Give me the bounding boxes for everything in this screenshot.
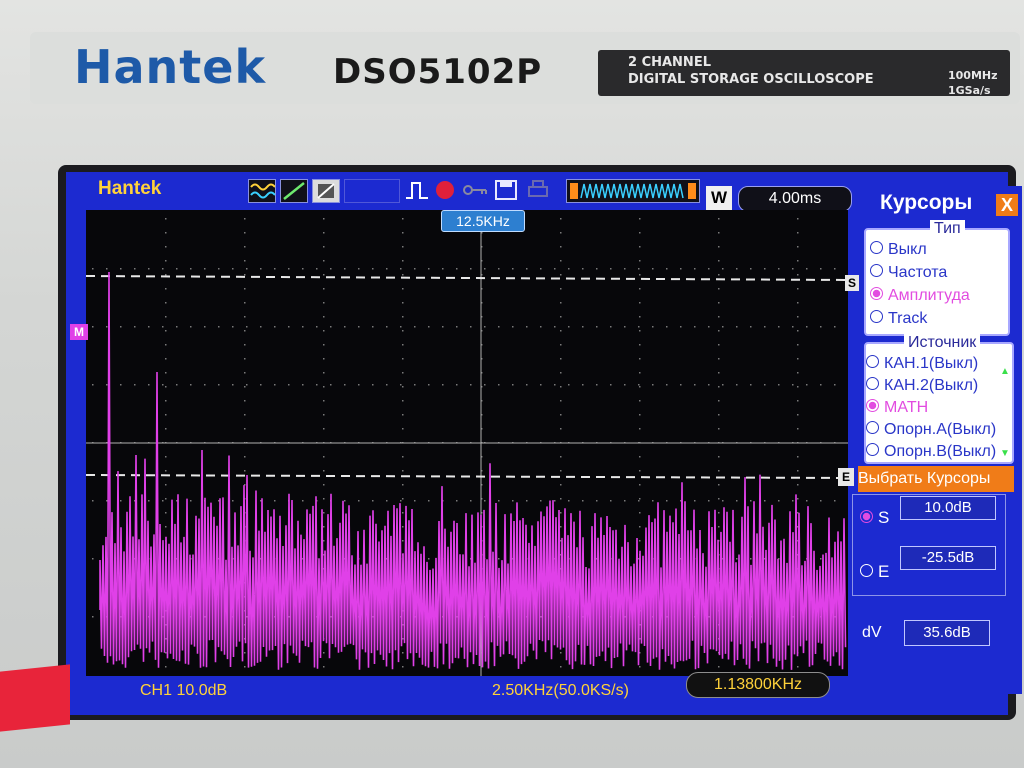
cursor-source-option[interactable]: MATH [866, 399, 928, 417]
radio-icon [870, 264, 883, 277]
blank-indicator [344, 179, 400, 203]
cursor-type-option[interactable]: Амплитуда [870, 287, 970, 305]
radio-icon [870, 310, 883, 323]
cursor-s-line[interactable] [86, 275, 848, 281]
cursor-source-option[interactable]: КАН.2(Выкл) [866, 377, 978, 395]
cursor-e-option[interactable]: E [860, 562, 889, 582]
cursor-source-option-label: MATH [884, 399, 929, 416]
radio-e [860, 564, 873, 577]
pulse-icon[interactable] [404, 179, 430, 201]
cursor-type-option[interactable]: Выкл [870, 241, 927, 259]
radio-icon [866, 377, 879, 390]
cursor-type-option-label: Выкл [888, 241, 927, 258]
cursor-type-option[interactable]: Track [870, 310, 927, 328]
radio-icon [870, 241, 883, 254]
red-tape [0, 664, 70, 732]
scroll-up-arrow-icon[interactable]: ▲ [1000, 366, 1010, 377]
scroll-down-arrow-icon[interactable]: ▼ [1000, 448, 1010, 459]
brand-logo: Hantek [74, 40, 267, 94]
trigger-frequency-tab[interactable]: 12.5KHz [441, 210, 525, 232]
frequency-counter: 1.13800KHz [686, 672, 830, 698]
printer-icon[interactable] [526, 179, 550, 201]
cursor-s-marker[interactable]: S [845, 275, 859, 291]
plate-line-2: DIGITAL STORAGE OSCILLOSCOPE [628, 72, 874, 87]
cursor-e-label: E [878, 562, 890, 581]
cursor-type-option[interactable]: Частота [870, 264, 947, 282]
cursor-type-header: Тип [930, 220, 965, 238]
cursor-type-option-label: Амплитуда [888, 287, 970, 304]
window-mode-button[interactable]: W [706, 186, 732, 210]
cursor-source-option[interactable]: КАН.1(Выкл) [866, 355, 978, 373]
cursor-source-option[interactable]: Опорн.А(Выкл) [866, 421, 996, 439]
cursor-source-option-label: КАН.1(Выкл) [884, 355, 979, 372]
timebase-readout[interactable]: 4.00ms [738, 186, 852, 212]
radio-icon [866, 399, 879, 412]
cursor-e-value: -25.5dB [900, 546, 996, 570]
cursor-e-marker[interactable]: E [838, 468, 854, 486]
radio-icon [866, 443, 879, 456]
record-icon[interactable] [432, 179, 458, 201]
fft-trace [99, 271, 847, 670]
radio-s-selected [860, 510, 873, 523]
cursor-source-option-label: Опорн.В(Выкл) [884, 443, 997, 460]
display-mode-icon[interactable] [312, 179, 340, 203]
save-icon[interactable] [494, 179, 518, 201]
bandwidth-spec: 100MHz [948, 69, 998, 82]
memory-depth-indicator[interactable] [566, 179, 700, 203]
cursor-s-label: S [878, 508, 890, 527]
screen-logo: Hantek [98, 178, 162, 199]
waveform-icon[interactable] [248, 179, 276, 203]
cursor-menu-title: Курсоры [862, 188, 1012, 218]
fft-plot-area [86, 210, 848, 676]
cursor-type-option-label: Частота [888, 264, 948, 281]
cursor-source-header: Источник [904, 334, 981, 352]
cursor-type-option-label: Track [888, 310, 928, 327]
channel1-scale[interactable]: CH1 10.0dB [140, 682, 227, 700]
radio-icon [866, 355, 879, 368]
model-name: DSO5102P [333, 52, 543, 92]
radio-icon [866, 421, 879, 434]
fft-frequency-scale[interactable]: 2.50KHz(50.0KS/s) [492, 682, 629, 700]
math-channel-marker[interactable]: M [70, 324, 88, 340]
cursor-s-value: 10.0dB [900, 496, 996, 520]
select-cursors-button[interactable]: Выбрать Курсоры [858, 466, 1014, 492]
close-menu-button[interactable]: X [996, 194, 1018, 216]
cursor-source-option[interactable]: Опорн.В(Выкл) [866, 443, 996, 461]
plate-line-1: 2 CHANNEL [628, 55, 711, 70]
delta-v-label: dV [862, 624, 882, 641]
radio-icon [870, 287, 883, 300]
cursor-e-line[interactable] [86, 474, 848, 479]
fft-spectrum-graph [86, 210, 848, 676]
ramp-icon[interactable] [280, 179, 308, 203]
samplerate-spec: 1GSa/s [948, 84, 991, 97]
delta-v-value: 35.6dB [904, 620, 990, 646]
key-icon[interactable] [462, 179, 488, 201]
cursor-source-option-label: КАН.2(Выкл) [884, 377, 979, 394]
cursor-source-option-label: Опорн.А(Выкл) [884, 421, 997, 438]
cursor-s-option[interactable]: S [860, 508, 889, 528]
